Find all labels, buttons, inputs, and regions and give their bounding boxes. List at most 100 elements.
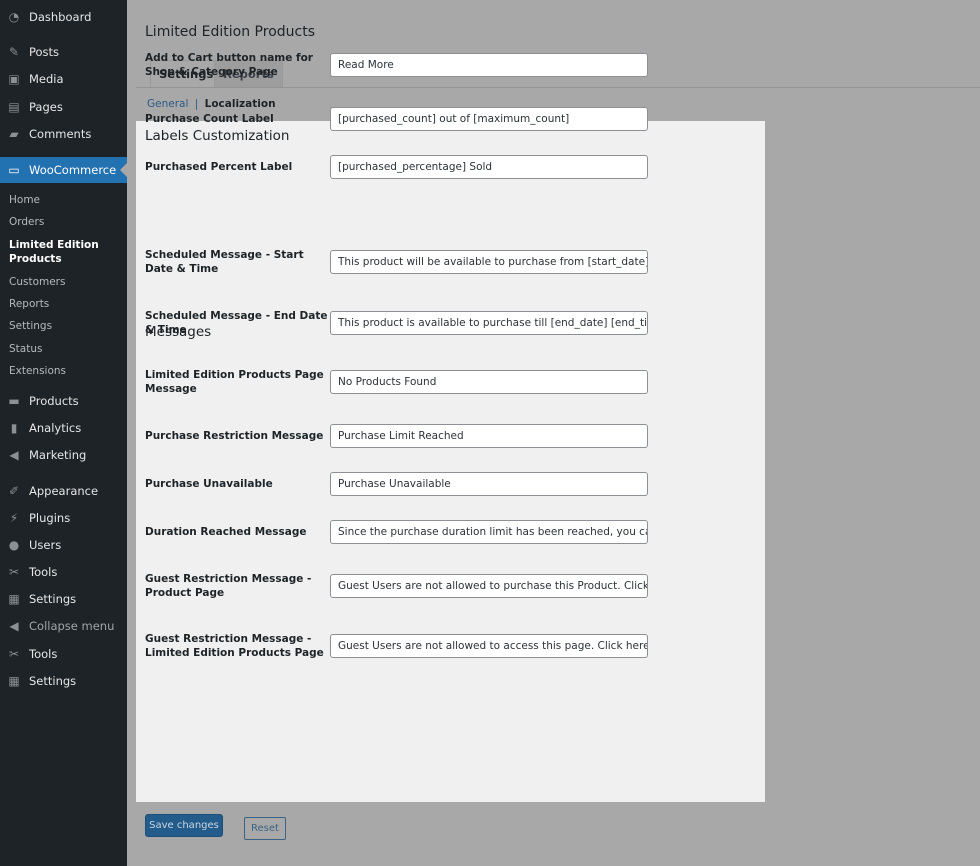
setting-input-value: Guest Users are not allowed to purchase … [338,580,648,592]
submenu-item-settings[interactable]: Settings [9,319,52,333]
setting-input[interactable]: No Products Found [330,370,648,394]
submenu-item-status[interactable]: Status [9,342,42,356]
setting-input-value: Since the purchase duration limit has be… [338,526,648,538]
setting-input[interactable]: Purchase Unavailable [330,472,648,496]
comment-icon: ▰ [9,127,19,141]
setting-label: Guest Restriction Message - Limited Edit… [145,633,324,659]
submenu-item-orders[interactable]: Orders [9,215,44,229]
setting-input[interactable]: Purchase Limit Reached [330,424,648,448]
sidebar-item-pages[interactable]: ▤ Pages [0,95,127,119]
setting-input[interactable]: Since the purchase duration limit has be… [330,520,648,544]
sidebar-item-label: Analytics [29,421,82,435]
sidebar-item-label: Plugins [29,511,71,525]
setting-input-value: Read More [338,59,394,71]
sidebar-item-woocommerce[interactable]: ▭ WooCommerce [0,157,127,183]
sidebar-item-plugins[interactable]: ⚡ Plugins [0,506,127,530]
woo-icon: ▭ [8,163,20,177]
setting-row: Scheduled Message - End Date & Time This … [145,303,755,343]
setting-label: Purchase Count Label [145,113,274,125]
plug-icon: ⚡ [9,511,19,525]
wrench-icon: ✂ [8,565,20,579]
archive-icon: ▬ [8,394,20,408]
tab-divider [136,87,980,88]
submenu-item-home[interactable]: Home [9,193,40,207]
sliders-icon: ▦ [8,674,20,688]
sidebar-item-settings[interactable]: ▦ Settings [0,587,127,611]
collapse-icon: ◀ [9,619,19,633]
sidebar-item-posts[interactable]: ✎ Posts [0,40,127,64]
sidebar-item-appearance[interactable]: ✐ Appearance [0,479,127,503]
setting-row: Guest Restriction Message - Limited Edit… [145,626,755,666]
setting-input[interactable]: Guest Users are not allowed to access th… [330,634,648,658]
setting-row: Duration Reached Message Since the purcha… [145,512,755,552]
setting-label: Scheduled Message - End Date & Time [145,310,328,336]
setting-input[interactable]: Guest Users are not allowed to purchase … [330,574,648,598]
setting-input-value: Purchase Limit Reached [338,430,464,442]
sliders-icon: ▦ [8,592,20,606]
setting-row: Purchase Count Label [purchased_count] ou… [145,99,755,139]
submenu-item-reports[interactable]: Reports [9,297,49,311]
sidebar-item-label: Comments [29,127,92,141]
sidebar-item-settings[interactable]: ▦ Settings [0,669,127,693]
sidebar-item-label: Appearance [29,484,99,498]
sidebar-item-label: Tools [29,647,58,661]
user-icon: ● [8,538,20,552]
setting-input[interactable]: Read More [330,53,648,77]
settings-panel: Labels Customization Messages Add to Cart… [136,52,765,802]
sidebar-item-label: Collapse menu [29,619,115,633]
setting-label: Purchase Restriction Message [145,430,324,442]
save-changes-button[interactable]: Save changes [145,814,223,837]
sidebar-item-label: Media [29,72,64,86]
sidebar-item-label: Marketing [29,448,87,462]
sidebar-item-users[interactable]: ● Users [0,533,127,557]
sidebar-item-collapse-menu[interactable]: ◀ Collapse menu [0,614,127,638]
setting-row: Scheduled Message - Start Date & Time Thi… [145,242,755,282]
setting-label: Purchased Percent Label [145,161,293,173]
megaphone-icon: ◀ [9,448,19,462]
setting-input-value: This product will be available to purcha… [338,256,648,268]
setting-input[interactable]: This product is available to purchase ti… [330,311,648,335]
setting-input-value: [purchased_percentage] Sold [338,161,493,173]
page-title: Limited Edition Products [145,24,315,40]
sidebar-item-marketing[interactable]: ◀ Marketing [0,443,127,467]
setting-row: Purchased Percent Label [purchased_percen… [145,147,755,187]
setting-input-value: This product is available to purchase ti… [338,317,648,329]
sidebar-item-label: Posts [29,45,60,59]
setting-row: Add to Cart button name for Shop & Categ… [145,45,755,85]
setting-row: Guest Restriction Message - Product Page… [145,566,755,606]
sidebar-item-tools[interactable]: ✂ Tools [0,560,127,584]
dashboard-icon: ◔ [8,10,20,24]
sidebar-item-dashboard[interactable]: ◔ Dashboard [0,5,127,29]
sidebar-item-label: WooCommerce [29,163,117,177]
sidebar-item-label: Settings [29,592,77,606]
brush-icon: ✐ [8,484,20,498]
setting-row: Purchase Restriction Message Purchase Lim… [145,416,755,456]
submenu-item-extensions[interactable]: Extensions [9,364,66,378]
setting-label: Duration Reached Message [145,526,307,538]
wrench-icon: ✂ [8,647,20,661]
setting-input-value: No Products Found [338,376,437,388]
sidebar-item-comments[interactable]: ▰ Comments [0,122,127,146]
sidebar-item-label: Products [29,394,79,408]
pin-icon: ✎ [8,45,20,59]
setting-input-value: [purchased_count] out of [maximum_count] [338,113,570,125]
setting-label: Add to Cart button name for Shop & Categ… [145,52,313,78]
sidebar-item-label: Settings [29,674,77,688]
chart-bar-icon: ▮ [10,421,18,435]
sidebar-item-label: Dashboard [29,10,92,24]
sidebar-item-media[interactable]: ▣ Media [0,67,127,91]
setting-input[interactable]: This product will be available to purcha… [330,250,648,274]
setting-input[interactable]: [purchased_percentage] Sold [330,155,648,179]
sidebar-item-tools[interactable]: ✂ Tools [0,642,127,666]
setting-label: Guest Restriction Message - Product Page [145,573,312,599]
setting-label: Purchase Unavailable [145,478,273,490]
sidebar-item-analytics[interactable]: ▮ Analytics [0,416,127,440]
reset-button[interactable]: Reset [244,817,286,840]
submenu-item-customers[interactable]: Customers [9,275,65,289]
setting-input[interactable]: [purchased_count] out of [maximum_count] [330,107,648,131]
media-icon: ▣ [8,72,20,86]
pages-icon: ▤ [8,100,20,114]
setting-input-value: Purchase Unavailable [338,478,451,490]
submenu-item-limited-edition-products[interactable]: Limited Edition Products [9,238,99,266]
sidebar-item-products[interactable]: ▬ Products [0,389,127,413]
